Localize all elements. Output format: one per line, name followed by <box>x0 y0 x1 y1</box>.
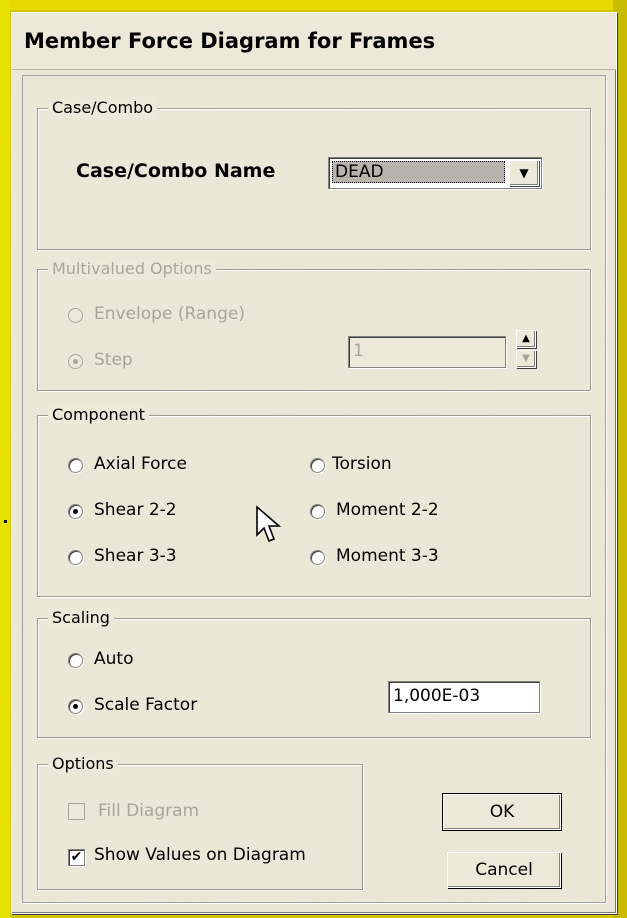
ok-button[interactable]: OK <box>442 793 562 831</box>
component-group-label: Component <box>48 405 149 425</box>
axial-force-radio[interactable] <box>68 458 83 473</box>
dialog-titlebar[interactable]: Member Force Diagram for Frames <box>12 13 616 70</box>
scale-factor-radio[interactable] <box>68 699 83 714</box>
cancel-button[interactable]: Cancel <box>447 852 561 888</box>
show-values-label: Show Values on Diagram <box>94 845 306 865</box>
options-group-label: Options <box>48 754 118 774</box>
options-group: Options Fill Diagram ✔ Show Values on Di… <box>37 754 363 890</box>
case-combo-name-label: Case/Combo Name <box>76 160 276 182</box>
dialog-title: Member Force Diagram for Frames <box>24 29 436 53</box>
torsion-radio[interactable] <box>310 458 325 473</box>
moment-3-3-radio[interactable] <box>310 550 325 565</box>
fill-diagram-label: Fill Diagram <box>98 801 200 821</box>
dialog-body: Case/Combo Case/Combo Name DEAD ▼ Multiv… <box>22 75 606 903</box>
step-decrement-button[interactable]: ▼ <box>516 350 536 368</box>
background-edge-left <box>0 0 10 918</box>
scale-factor-field[interactable]: 1,000E-03 <box>388 681 540 713</box>
moment-3-3-label: Moment 3-3 <box>336 546 439 566</box>
moment-2-2-radio[interactable] <box>310 504 325 519</box>
scaling-group-label: Scaling <box>48 608 114 628</box>
step-value-field[interactable]: 1 <box>348 336 506 368</box>
fill-diagram-checkbox[interactable] <box>68 803 85 820</box>
axial-force-label: Axial Force <box>94 454 187 474</box>
scale-factor-label: Scale Factor <box>94 695 198 715</box>
shear-3-3-radio[interactable] <box>68 550 83 565</box>
step-label: Step <box>94 350 133 370</box>
envelope-range-label: Envelope (Range) <box>94 304 245 324</box>
background-mark <box>4 520 7 523</box>
multivalued-options-group: Multivalued Options Envelope (Range) Ste… <box>37 259 591 391</box>
member-force-dialog: Member Force Diagram for Frames Case/Com… <box>11 12 617 914</box>
chevron-down-icon[interactable]: ▼ <box>509 160 539 186</box>
step-increment-button[interactable]: ▲ <box>516 330 536 348</box>
auto-scaling-label: Auto <box>94 649 134 669</box>
case-combo-select[interactable]: DEAD ▼ <box>328 157 542 189</box>
background-edge-top <box>0 0 627 10</box>
case-combo-group-label: Case/Combo <box>48 98 158 118</box>
case-combo-selected-value: DEAD <box>332 161 505 183</box>
show-values-checkbox[interactable]: ✔ <box>68 849 85 866</box>
component-group: Component Axial Force Torsion Shear 2-2 … <box>37 405 591 597</box>
torsion-label: Torsion <box>332 454 392 474</box>
envelope-range-radio[interactable] <box>68 308 83 323</box>
shear-3-3-label: Shear 3-3 <box>94 546 177 566</box>
scaling-group: Scaling Auto Scale Factor 1,000E-03 <box>37 608 591 738</box>
multivalued-options-group-label: Multivalued Options <box>48 259 216 279</box>
shear-2-2-radio[interactable] <box>68 504 83 519</box>
auto-scaling-radio[interactable] <box>68 653 83 668</box>
moment-2-2-label: Moment 2-2 <box>336 500 439 520</box>
mouse-pointer-icon <box>256 505 282 543</box>
case-combo-group: Case/Combo Case/Combo Name DEAD ▼ <box>37 98 591 250</box>
shear-2-2-label: Shear 2-2 <box>94 500 177 520</box>
step-radio[interactable] <box>68 354 83 369</box>
